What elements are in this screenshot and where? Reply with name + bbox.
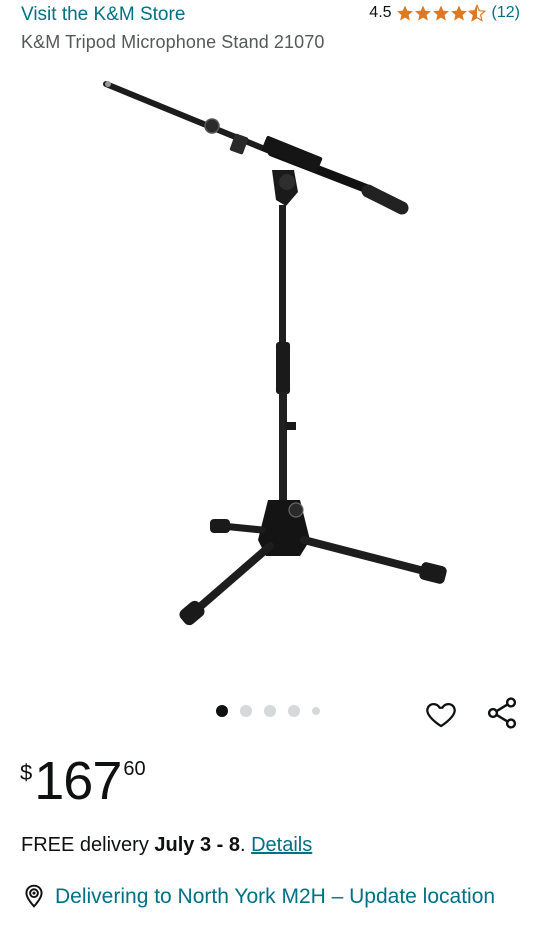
image-carousel-dots[interactable] [216,705,332,717]
top-row: Visit the K&M Store 4.5 (12) [0,0,540,30]
delivery-info: FREE delivery July 3 - 8. Details [21,834,312,857]
rating-count[interactable]: (12) [492,4,520,22]
heart-icon [426,702,456,728]
price-whole: 167 [34,751,122,811]
star-half-icon [467,4,486,22]
delivery-details-link[interactable]: Details [251,834,312,856]
visit-store-link[interactable]: Visit the K&M Store [21,4,185,26]
carousel-dot[interactable] [264,705,276,717]
delivery-dates: July 3 - 8 [154,834,240,856]
delivery-prefix: FREE delivery [21,834,155,856]
add-to-wishlist-button[interactable] [424,697,458,731]
carousel-dot[interactable] [288,705,300,717]
share-button[interactable] [484,695,520,731]
product-image[interactable] [0,70,540,690]
price: $ 167 60 [20,752,146,810]
star-full-icon [414,5,431,21]
star-full-icon [450,5,467,21]
delivery-suffix: . [239,834,252,856]
microphone-stand-image [103,81,447,626]
location-pin-icon [25,884,43,908]
star-full-icon [432,5,449,21]
product-title: K&M Tripod Microphone Stand 21070 [21,32,325,52]
star-full-icon [396,5,413,21]
rating-value: 4.5 [369,4,392,21]
price-fraction: 60 [123,758,146,780]
update-location-link[interactable]: Delivering to North York M2H – Update lo… [55,882,495,912]
rating-summary[interactable]: 4.5 (12) [369,4,520,22]
carousel-dot[interactable] [216,705,228,717]
share-icon [487,697,517,729]
carousel-dot[interactable] [240,705,252,717]
carousel-dot[interactable] [312,707,320,715]
price-currency-symbol: $ [20,760,33,785]
star-rating [396,4,486,22]
delivery-location[interactable]: Delivering to North York M2H – Update lo… [21,882,521,912]
